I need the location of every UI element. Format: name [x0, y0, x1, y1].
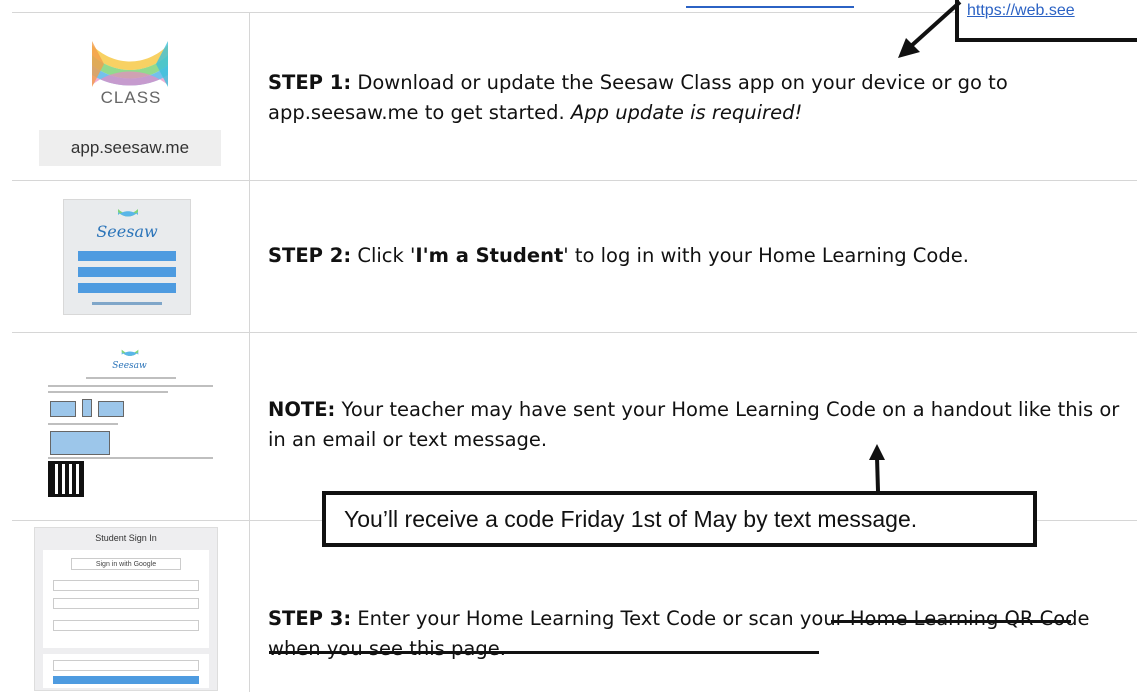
- code-callout-text: You’ll receive a code Friday 1st of May …: [344, 506, 918, 532]
- note-instruction: NOTE: Your teacher may have sent your Ho…: [268, 395, 1125, 455]
- handout-text-line: [48, 423, 118, 425]
- handout-text-line: [48, 391, 168, 393]
- step-1-emphasis: App update is required!: [570, 101, 803, 124]
- heading-link-underline[interactable]: [686, 0, 854, 8]
- footer-link-line: [92, 302, 162, 305]
- step-1-image-cell: CLASS app.seesaw.me: [12, 13, 250, 180]
- step-2-label: STEP 2:: [268, 244, 352, 267]
- seesaw-mini-logo-icon: [118, 209, 138, 217]
- handout-brand-text: Seesaw: [112, 361, 147, 371]
- app-url-badge: app.seesaw.me: [39, 130, 221, 166]
- handout-text-line: [48, 385, 213, 387]
- step-1-label: STEP 1:: [268, 71, 352, 94]
- code-callout-box: You’ll receive a code Friday 1st of May …: [322, 491, 1037, 547]
- note-image-cell: Seesaw: [12, 333, 250, 520]
- device-laptop-icon: [50, 401, 76, 417]
- sign-in-row: [53, 620, 199, 631]
- seesaw-class-logo-icon: [92, 41, 168, 87]
- login-option-bar: [78, 283, 176, 293]
- step-3-instruction: STEP 3: Enter your Home Learning Text Co…: [268, 604, 1125, 664]
- im-a-student-label: I'm a Student: [415, 244, 564, 267]
- device-tablet-icon: [98, 401, 124, 417]
- handout-text-line: [48, 457, 213, 459]
- note-label: NOTE:: [268, 398, 336, 421]
- scan-code-bar: [53, 676, 199, 684]
- class-app-label: CLASS: [100, 88, 162, 107]
- seesaw-mini-logo-icon: [121, 349, 139, 356]
- handout-text-line: [86, 377, 176, 379]
- text-code-panel: [43, 654, 209, 688]
- student-option-bar: [78, 267, 176, 277]
- qr-code-icon: [48, 461, 84, 497]
- step-3-text: Enter your Home Learning Text Code: [351, 607, 723, 630]
- device-phone-icon: [82, 399, 92, 417]
- google-sign-in-button: Sign in with Google: [71, 558, 181, 570]
- step-2-text-after: ' to log in with your Home Learning Code…: [563, 244, 969, 267]
- seesaw-brand-text: Seesaw: [96, 222, 158, 241]
- student-sign-in-screenshot: Student Sign In Sign in with Google: [34, 527, 218, 691]
- step-row-2: Seesaw STEP 2: Click 'I'm a Student' to …: [12, 181, 1137, 333]
- password-field: [53, 598, 199, 609]
- step-3-label: STEP 3:: [268, 607, 352, 630]
- device-screen-icon: [50, 431, 110, 455]
- step-3-image-cell: Student Sign In Sign in with Google: [12, 521, 250, 692]
- url-callout-link[interactable]: https://web.see: [967, 2, 1075, 20]
- step-2-text-before: Click ': [351, 244, 416, 267]
- handout-screenshot: Seesaw: [42, 343, 217, 513]
- url-callout-box: https://web.see: [955, 0, 1137, 42]
- seesaw-login-screenshot: Seesaw: [63, 199, 191, 315]
- login-option-bar: [78, 251, 176, 261]
- sign-in-panel: Sign in with Google: [43, 550, 209, 648]
- text-code-field: [53, 660, 199, 671]
- step-1-instruction: STEP 1: Download or update the Seesaw Cl…: [268, 68, 1125, 128]
- student-sign-in-header: Student Sign In: [95, 533, 157, 543]
- step-2-instruction: STEP 2: Click 'I'm a Student' to log in …: [268, 241, 1125, 271]
- step-2-text-cell: STEP 2: Click 'I'm a Student' to log in …: [251, 181, 1137, 332]
- instructions-table: CLASS app.seesaw.me STEP 1: Download or …: [12, 12, 1137, 692]
- step-2-image-cell: Seesaw: [12, 181, 250, 332]
- note-text: Your teacher may have sent your Home Lea…: [268, 398, 1120, 451]
- strikethrough-line: [269, 651, 819, 654]
- strikethrough-line: [831, 620, 1071, 623]
- email-field: [53, 580, 199, 591]
